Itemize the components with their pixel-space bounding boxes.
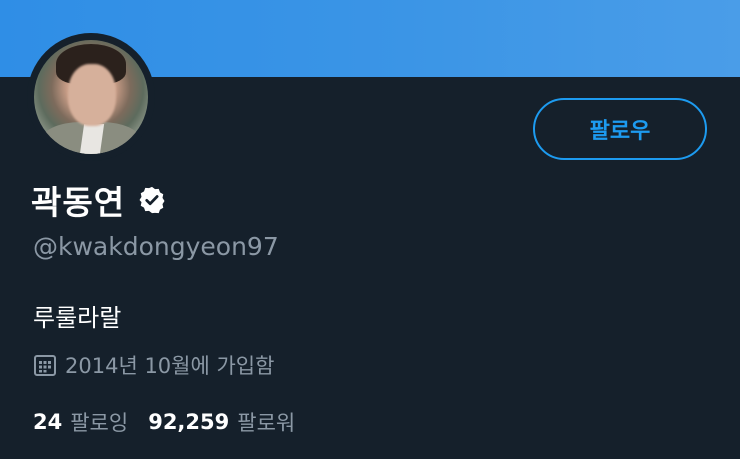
profile-bio: 루룰라랄 bbox=[33, 304, 122, 332]
following-label: 팔로잉 bbox=[70, 411, 129, 435]
display-name: 곽동연 bbox=[31, 183, 126, 222]
followers-count: 92,259 bbox=[148, 410, 230, 434]
verified-badge-icon bbox=[137, 185, 167, 215]
following-link[interactable]: 24 팔로잉 bbox=[33, 407, 128, 437]
followers-link[interactable]: 92,259 팔로워 bbox=[148, 407, 295, 437]
avatar-collar bbox=[79, 124, 105, 154]
follow-button[interactable]: 팔로우 bbox=[533, 98, 707, 160]
followers-label: 팔로워 bbox=[237, 411, 296, 435]
avatar-face bbox=[68, 64, 116, 126]
calendar-icon bbox=[33, 353, 57, 377]
username-handle: @kwakdongyeon97 bbox=[33, 232, 279, 261]
following-count: 24 bbox=[33, 410, 63, 434]
avatar[interactable] bbox=[34, 40, 148, 154]
follow-stats: 24 팔로잉 92,259 팔로워 bbox=[33, 407, 315, 437]
name-row: 곽동연 bbox=[31, 178, 167, 222]
joined-date-text: 2014년 10월에 가입함 bbox=[65, 354, 275, 378]
joined-date: 2014년 10월에 가입함 bbox=[33, 350, 274, 380]
